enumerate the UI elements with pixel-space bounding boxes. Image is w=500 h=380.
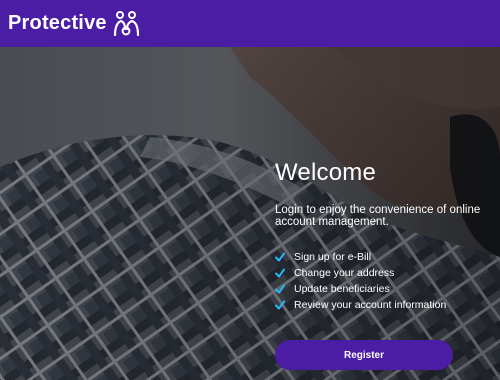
list-item: Review your account information [275, 297, 446, 313]
brand-name: Protective [8, 12, 107, 34]
register-button[interactable]: Register [275, 340, 453, 370]
family-figures-icon [113, 10, 139, 36]
feature-label: Update beneficiaries [294, 283, 390, 295]
brand-logo[interactable]: Protective [8, 10, 140, 37]
feature-list: Sign up for e-Bill Change your address U… [275, 249, 446, 313]
list-item: Sign up for e-Bill [275, 249, 446, 265]
welcome-intro: Login to enjoy the convenience of online… [275, 204, 481, 228]
list-item: Change your address [275, 265, 446, 281]
site-header: Protective [0, 0, 500, 47]
feature-label: Sign up for e-Bill [294, 251, 372, 263]
list-item: Update beneficiaries [275, 281, 446, 297]
feature-label: Change your address [294, 267, 395, 279]
welcome-heading: Welcome [275, 159, 376, 186]
hero-section: Welcome Login to enjoy the convenience o… [0, 47, 500, 380]
check-icon [275, 284, 285, 294]
check-icon [275, 300, 285, 310]
welcome-panel: Welcome Login to enjoy the convenience o… [275, 47, 500, 380]
feature-label: Review your account information [294, 299, 447, 311]
check-icon [275, 268, 285, 278]
check-icon [275, 252, 285, 262]
